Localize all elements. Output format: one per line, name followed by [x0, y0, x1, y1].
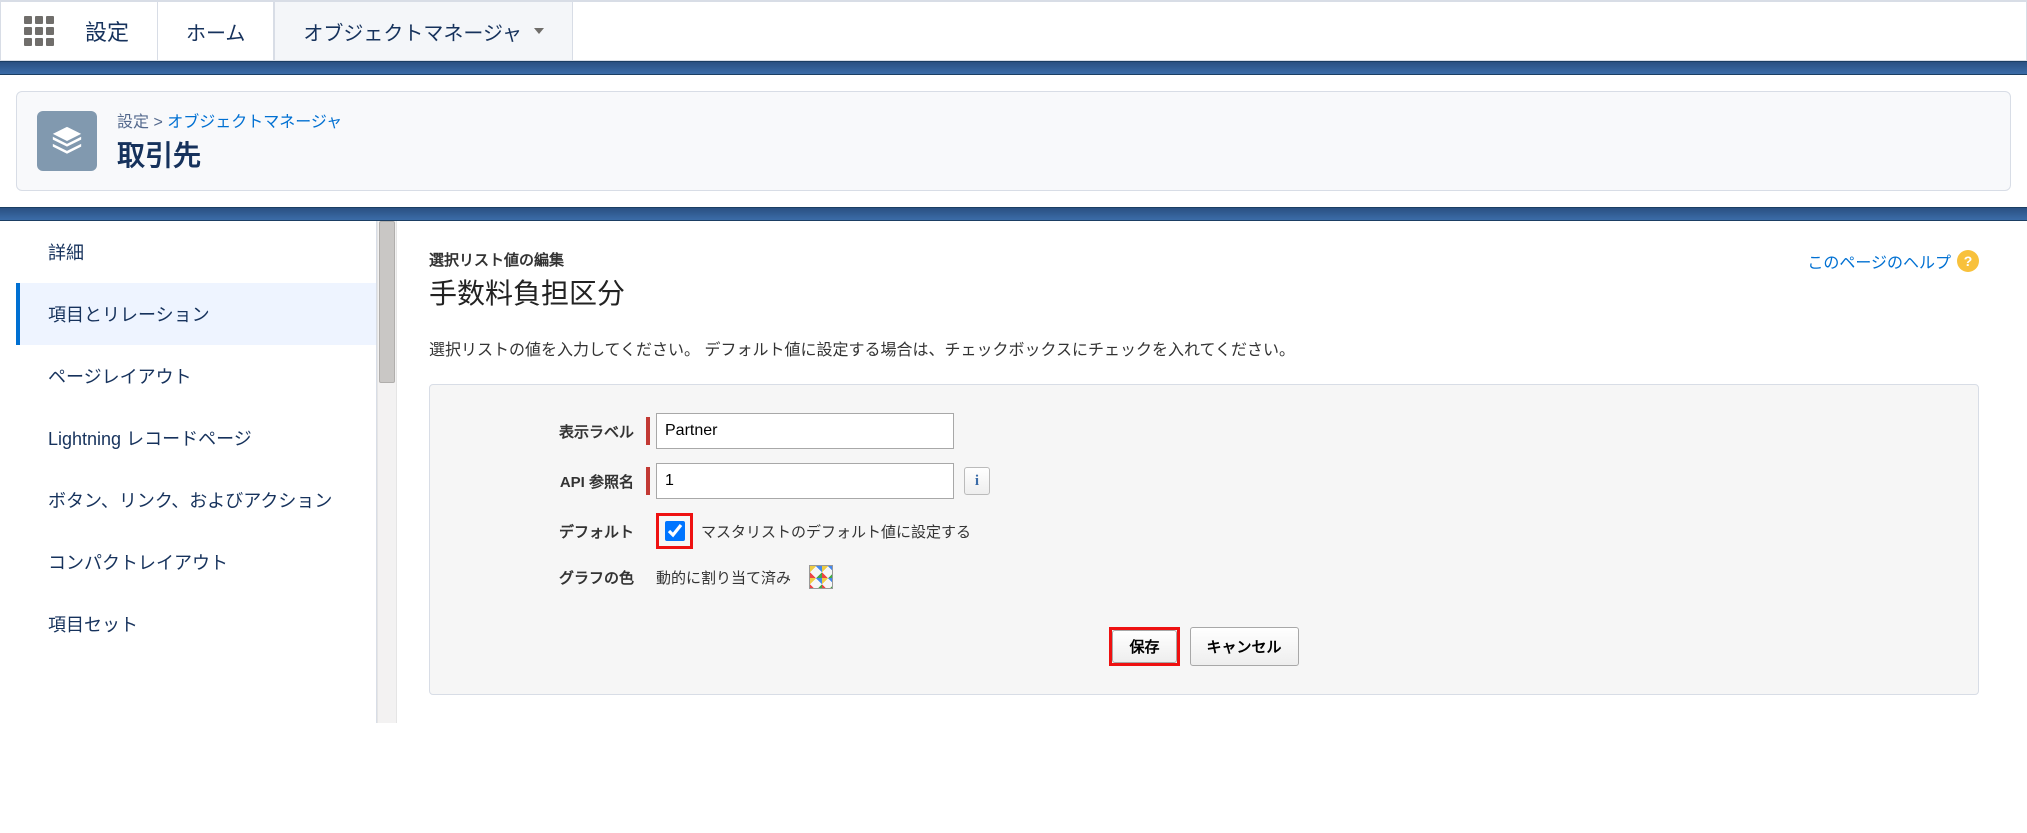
cancel-button[interactable]: キャンセル [1190, 627, 1299, 666]
save-button-highlight: 保存 [1109, 627, 1179, 666]
color-picker-icon[interactable] [809, 565, 833, 589]
object-icon [37, 111, 97, 171]
sidebar-item-label: コンパクトレイアウト [48, 553, 228, 573]
row-default: デフォルト マスタリストのデフォルト値に設定する [454, 513, 1954, 549]
display-label-input[interactable] [656, 413, 954, 449]
page-title: 手数料負担区分 [429, 272, 625, 312]
top-bar: 設定 ホーム オブジェクトマネージャ [0, 0, 2027, 61]
sidebar-item-label: 項目とリレーション [48, 305, 210, 325]
default-checkbox[interactable] [665, 521, 685, 541]
help-link-label: このページのヘルプ [1807, 249, 1951, 273]
checkbox-highlight [656, 513, 693, 549]
form-box: 表示ラベル API 参照名 i デフォルト マスタリストのデフォルト値に設定する [429, 384, 1979, 695]
app-title: 設定 [77, 15, 157, 47]
label-display: 表示ラベル [454, 421, 646, 442]
sidebar-item-buttons[interactable]: ボタン、リンク、およびアクション [16, 469, 376, 531]
sidebar-item-details[interactable]: 詳細 [16, 221, 376, 283]
sidebar-item-label: ページレイアウト [48, 367, 192, 387]
sidebar-item-compact[interactable]: コンパクトレイアウト [16, 531, 376, 593]
app-launcher-icon[interactable] [1, 2, 77, 60]
breadcrumb-link[interactable]: オブジェクトマネージャ [167, 114, 342, 131]
sidebar-item-lightning[interactable]: Lightning レコードページ [16, 407, 376, 469]
sidebar-scrollbar[interactable] [377, 221, 397, 723]
color-text: 動的に割り当て済み [656, 567, 791, 588]
sidebar-item-label: 項目セット [48, 615, 138, 635]
info-icon[interactable]: i [964, 467, 990, 495]
required-marker [646, 417, 650, 445]
breadcrumb: 設定 > オブジェクトマネージャ [117, 108, 342, 132]
sidebar-item-pagelayouts[interactable]: ページレイアウト [16, 345, 376, 407]
chevron-down-icon[interactable] [534, 28, 544, 34]
sidebar: 詳細 項目とリレーション ページレイアウト Lightning レコードページ … [16, 221, 377, 723]
tabs: ホーム オブジェクトマネージャ [157, 2, 573, 60]
tab-home[interactable]: ホーム [157, 2, 274, 60]
layers-icon [50, 124, 84, 158]
tab-object-manager[interactable]: オブジェクトマネージャ [274, 2, 573, 60]
sidebar-item-fields[interactable]: 項目とリレーション [16, 283, 376, 345]
required-marker [646, 467, 650, 495]
instructions: 選択リストの値を入力してください。 デフォルト値に設定する場合は、チェックボック… [429, 336, 1979, 360]
mini-title: 選択リスト値の編集 [429, 249, 625, 270]
scrollbar-thumb[interactable] [379, 221, 395, 383]
checkbox-label: マスタリストのデフォルト値に設定する [701, 521, 971, 542]
breadcrumb-root: 設定 [117, 114, 149, 131]
label-color: グラフの色 [454, 567, 646, 588]
label-default: デフォルト [454, 521, 646, 542]
label-api: API 参照名 [454, 471, 646, 492]
sidebar-item-label: 詳細 [48, 243, 84, 263]
help-link[interactable]: このページのヘルプ ? [1807, 249, 1979, 273]
button-row: 保存 キャンセル [454, 627, 1954, 666]
help-icon: ? [1957, 250, 1979, 272]
main: 選択リスト値の編集 手数料負担区分 このページのヘルプ ? 選択リストの値を入力… [397, 221, 2011, 723]
required-marker-spacer [646, 563, 650, 591]
page-object-title: 取引先 [117, 134, 342, 174]
sidebar-item-label: ボタン、リンク、およびアクション [48, 491, 332, 511]
row-display-label: 表示ラベル [454, 413, 1954, 449]
tab-label: オブジェクトマネージャ [303, 17, 522, 46]
brand-band-top [0, 61, 2027, 75]
required-marker-spacer [646, 517, 650, 545]
body: 詳細 項目とリレーション ページレイアウト Lightning レコードページ … [16, 221, 2011, 723]
api-name-input[interactable] [656, 463, 954, 499]
brand-band-bottom [0, 207, 2027, 221]
header-panel: 設定 > オブジェクトマネージャ 取引先 [16, 91, 2011, 191]
row-api-name: API 参照名 i [454, 463, 1954, 499]
row-color: グラフの色 動的に割り当て済み [454, 563, 1954, 591]
sidebar-item-label: Lightning レコードページ [48, 429, 252, 449]
sidebar-item-fieldset[interactable]: 項目セット [16, 593, 376, 655]
save-button[interactable]: 保存 [1112, 630, 1176, 663]
tab-label: ホーム [186, 17, 245, 46]
